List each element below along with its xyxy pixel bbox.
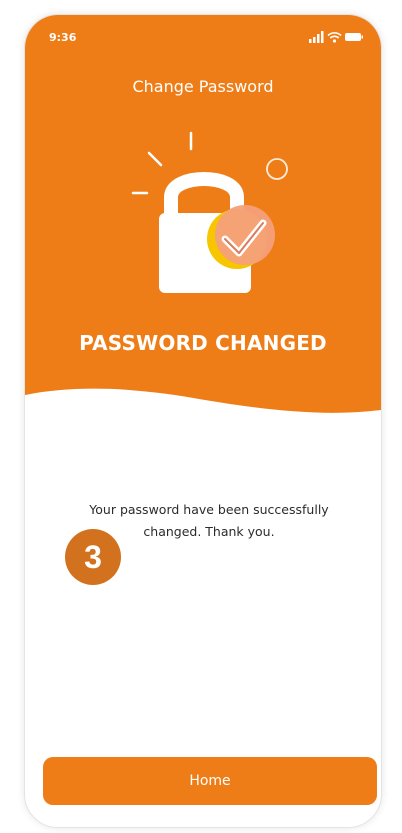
status-icons — [309, 31, 363, 43]
hero-section: 9:36 Change Password PASSWORD CHANGED — [25, 15, 381, 425]
status-bar: 9:36 — [25, 15, 381, 59]
signal-icon — [309, 31, 324, 43]
padlock-check-icon — [131, 131, 288, 293]
home-button[interactable]: Home — [43, 757, 377, 805]
success-heading: PASSWORD CHANGED — [79, 331, 327, 355]
wifi-icon — [327, 32, 342, 43]
step-number-badge: 3 — [65, 529, 121, 585]
status-time: 9:36 — [49, 31, 77, 44]
page-title: Change Password — [132, 77, 274, 96]
battery-icon — [345, 33, 363, 41]
phone-frame: 9:36 Change Password PASSWORD CHANGED Yo… — [24, 14, 382, 828]
success-message-line-1: Your password have been successfully — [89, 502, 329, 517]
